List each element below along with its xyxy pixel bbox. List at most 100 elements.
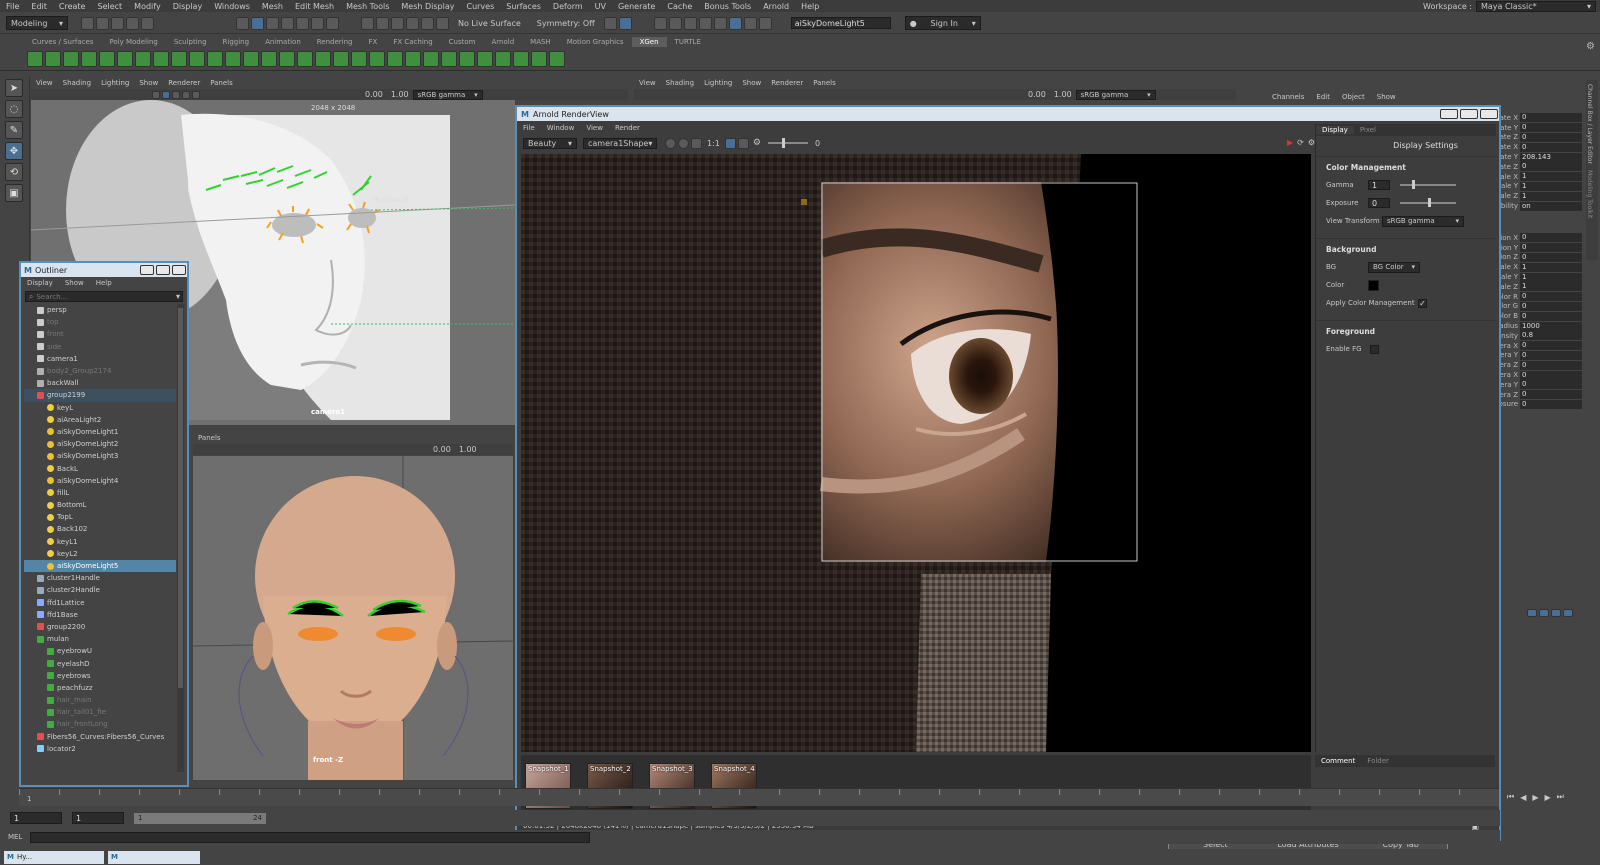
- xgen-density-icon[interactable]: [279, 51, 295, 67]
- channel-value[interactable]: 0: [1520, 292, 1582, 302]
- outliner-item-aiskydomelight1[interactable]: aiSkyDomeLight1: [24, 426, 176, 438]
- exposure-input[interactable]: 0: [1368, 198, 1390, 208]
- xgen-import-icon[interactable]: [477, 51, 493, 67]
- channel-value[interactable]: 0: [1520, 380, 1582, 390]
- render-region-icon[interactable]: [665, 137, 676, 149]
- channel-value[interactable]: 0: [1520, 370, 1582, 380]
- outliner-item-eyebrows[interactable]: eyebrows: [24, 670, 176, 682]
- xgen-part-icon[interactable]: [333, 51, 349, 67]
- menu-edit-mesh[interactable]: Edit Mesh: [289, 2, 340, 11]
- bg-dropdown[interactable]: BG Color ▾: [1368, 261, 1420, 273]
- shelf-settings-icon[interactable]: ⚙: [1586, 41, 1595, 52]
- select-component-icon[interactable]: [266, 16, 279, 30]
- select-tool-icon[interactable]: ➤: [5, 79, 23, 97]
- shadows-icon[interactable]: [192, 90, 200, 99]
- exposure-field-2[interactable]: 0.00: [1024, 90, 1050, 99]
- channel-box-side-tab[interactable]: Channel Box / Layer Editor: [1586, 80, 1593, 164]
- view-transform-dropdown[interactable]: sRGB gamma ▾: [1382, 215, 1464, 227]
- xgen-groom-icon[interactable]: [63, 51, 79, 67]
- xgen-mask-icon[interactable]: [369, 51, 385, 67]
- viewport3-canvas[interactable]: front -Z: [193, 456, 513, 780]
- xgen-comb-icon[interactable]: [189, 51, 205, 67]
- viewport-menu-lighting[interactable]: Lighting: [699, 79, 737, 87]
- viewport-menu-view[interactable]: View: [31, 79, 58, 87]
- range-current-field[interactable]: 1: [72, 812, 124, 824]
- channel-value[interactable]: 0: [1520, 360, 1582, 370]
- xgen-freeze-icon[interactable]: [351, 51, 367, 67]
- xgen-help-icon[interactable]: [549, 51, 565, 67]
- shelf-tab-rigging[interactable]: Rigging: [215, 37, 258, 47]
- pause-icon[interactable]: [758, 16, 772, 30]
- shelf-tab-sculpting[interactable]: Sculpting: [166, 37, 215, 47]
- bottom-tab-comment[interactable]: Comment: [1315, 757, 1361, 765]
- apply-cm-checkbox[interactable]: ✓: [1418, 298, 1427, 308]
- background-header[interactable]: Background: [1316, 238, 1495, 258]
- arnold-render-icon[interactable]: [728, 16, 742, 30]
- channel-value[interactable]: 0: [1520, 252, 1582, 262]
- channel-value[interactable]: 0: [1520, 132, 1582, 142]
- viewport-menu-renderer[interactable]: Renderer: [766, 79, 808, 87]
- menu-surfaces[interactable]: Surfaces: [500, 2, 547, 11]
- exposure-field-3[interactable]: 0.00: [429, 445, 455, 454]
- viewport-menu-lighting[interactable]: Lighting: [96, 79, 134, 87]
- outliner-item-ffd1lattice[interactable]: ffd1Lattice: [24, 597, 176, 609]
- shelf-tab-arnold[interactable]: Arnold: [484, 37, 523, 47]
- move-tool-icon[interactable]: ✥: [5, 142, 23, 160]
- outliner-item-camera1[interactable]: camera1: [24, 353, 176, 365]
- shelf-tab-xgen[interactable]: XGen: [631, 36, 667, 47]
- scrollbar-thumb[interactable]: [178, 308, 183, 688]
- range-start-field[interactable]: 1: [10, 812, 62, 824]
- timeline[interactable]: 1: [19, 788, 1499, 806]
- lasso-tool-icon[interactable]: ◌: [5, 100, 23, 118]
- render-frame-icon[interactable]: [653, 16, 667, 30]
- outliner-item-keyl[interactable]: keyL: [24, 402, 176, 414]
- layer-new-selected-icon[interactable]: [1563, 609, 1573, 617]
- xgen-region-icon[interactable]: [315, 51, 331, 67]
- menu-arnold[interactable]: Arnold: [757, 2, 795, 11]
- menu-mesh-tools[interactable]: Mesh Tools: [340, 2, 395, 11]
- xgen-preview-icon[interactable]: [423, 51, 439, 67]
- xgen-length-icon[interactable]: [153, 51, 169, 67]
- xgen-cache-icon[interactable]: [441, 51, 457, 67]
- minimized-window-2[interactable]: M: [108, 850, 200, 864]
- mode-dropdown[interactable]: Modeling ▾: [6, 16, 68, 30]
- menu-mesh[interactable]: Mesh: [256, 2, 289, 11]
- undo-icon[interactable]: [126, 16, 139, 30]
- outliner-item-fibers56-curves-fibers56-curves[interactable]: Fibers56_Curves:Fibers56_Curves: [24, 731, 176, 743]
- viewport-menu-renderer[interactable]: Renderer: [163, 79, 205, 87]
- exposure-slider[interactable]: [1400, 198, 1456, 207]
- channel-value[interactable]: 1000: [1520, 321, 1582, 331]
- exposure-field[interactable]: 0.00: [361, 90, 387, 99]
- menu-edit[interactable]: Edit: [25, 2, 53, 11]
- xgen-clump-icon[interactable]: [261, 51, 277, 67]
- redo-icon[interactable]: [141, 16, 154, 30]
- outliner-search[interactable]: ⌕ Search... ▾: [25, 291, 183, 302]
- render-ipr-icon[interactable]: [668, 16, 682, 30]
- workspace-dropdown[interactable]: Maya Classic* ▾: [1476, 0, 1596, 12]
- outliner-item-group2200[interactable]: group2200: [24, 621, 176, 633]
- layer-move-up-icon[interactable]: [1527, 609, 1537, 617]
- outliner-item-persp[interactable]: persp: [24, 304, 176, 316]
- history-icon[interactable]: [603, 16, 617, 30]
- layer-move-down-icon[interactable]: [1539, 609, 1549, 617]
- crop-icon[interactable]: [737, 137, 749, 149]
- outliner-item-back102[interactable]: Back102: [24, 523, 176, 535]
- viewport-menu-shading[interactable]: Shading: [661, 79, 699, 87]
- shelf-tab-poly-modeling[interactable]: Poly Modeling: [101, 37, 165, 47]
- channel-value[interactable]: 0: [1520, 243, 1582, 253]
- hypershade-icon[interactable]: [698, 16, 712, 30]
- outliner-menu-show[interactable]: Show: [59, 279, 90, 287]
- go-to-end-icon[interactable]: ⏭: [1554, 792, 1567, 802]
- shelf-tab-turtle[interactable]: TURTLE: [667, 37, 709, 47]
- menu-generate[interactable]: Generate: [612, 2, 661, 11]
- channel-menu-channels[interactable]: Channels: [1266, 93, 1310, 101]
- xgen-rotate-icon[interactable]: [207, 51, 223, 67]
- xgen-grab-icon[interactable]: [387, 51, 403, 67]
- step-back-icon[interactable]: ◀: [1517, 793, 1529, 802]
- shelf-tab-curves-surfaces[interactable]: Curves / Surfaces: [24, 37, 101, 47]
- command-input[interactable]: [30, 831, 591, 843]
- xgen-sculpt-icon[interactable]: [117, 51, 133, 67]
- outliner-item-eyebrowu[interactable]: eyebrowU: [24, 645, 176, 657]
- colorspace-dropdown-2[interactable]: sRGB gamma ▾: [1075, 89, 1156, 100]
- channel-value[interactable]: 1: [1520, 181, 1582, 191]
